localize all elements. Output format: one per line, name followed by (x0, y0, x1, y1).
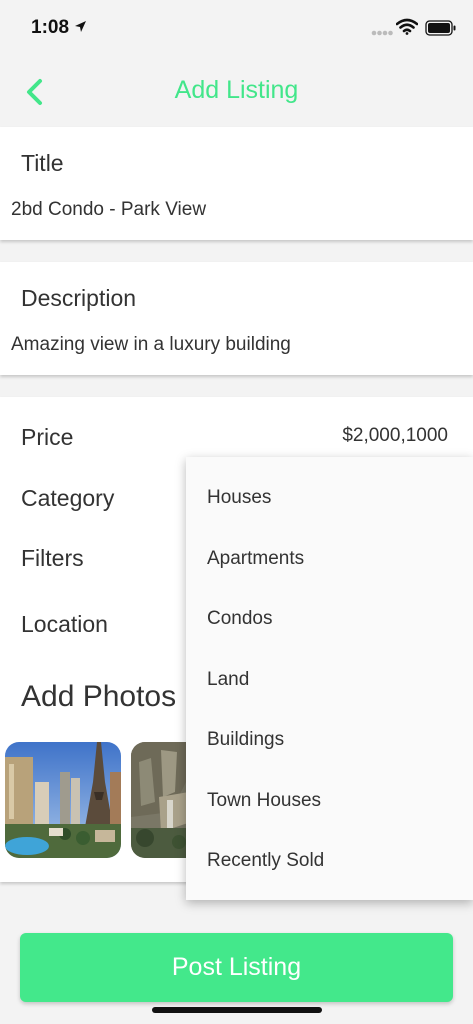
category-dropdown-menu: Houses Apartments Condos Land Buildings … (186, 457, 473, 900)
photo-thumbnail[interactable] (5, 742, 121, 858)
wifi-icon (396, 18, 418, 35)
description-card: Description Amazing view in a luxury bui… (0, 262, 473, 375)
location-row[interactable]: Location (21, 611, 108, 638)
page-title: Add Listing (174, 76, 299, 104)
battery-icon (425, 20, 456, 36)
dropdown-option-town-houses[interactable]: Town Houses (207, 790, 321, 812)
dropdown-option-condos[interactable]: Condos (207, 608, 273, 630)
status-time: 1:08 (31, 17, 70, 38)
add-photos-heading: Add Photos (21, 680, 177, 713)
dropdown-option-land[interactable]: Land (207, 669, 249, 691)
filters-row[interactable]: Filters (21, 545, 84, 572)
dropdown-option-apartments[interactable]: Apartments (207, 548, 304, 570)
category-row[interactable]: Category (21, 485, 114, 512)
title-field[interactable]: 2bd Condo - Park View (11, 199, 206, 221)
status-bar: 1:08 (0, 0, 473, 58)
title-card: Title 2bd Condo - Park View (0, 127, 473, 240)
post-listing-button[interactable]: Post Listing (20, 933, 453, 1002)
description-field[interactable]: Amazing view in a luxury building (11, 334, 291, 356)
cellular-signal-icon (371, 30, 393, 36)
price-label: Price (21, 424, 74, 450)
home-indicator (152, 1007, 322, 1013)
navigation-bar: Add Listing (0, 60, 473, 124)
title-label: Title (21, 150, 64, 176)
dropdown-option-houses[interactable]: Houses (207, 487, 271, 509)
description-label: Description (21, 285, 137, 311)
city-skyline-photo (5, 742, 121, 858)
dropdown-option-buildings[interactable]: Buildings (207, 729, 284, 751)
price-field[interactable]: $2,000,1000 (342, 425, 448, 447)
post-listing-label: Post Listing (171, 953, 302, 981)
location-arrow-icon (75, 21, 86, 32)
dropdown-option-recently-sold[interactable]: Recently Sold (207, 850, 324, 872)
